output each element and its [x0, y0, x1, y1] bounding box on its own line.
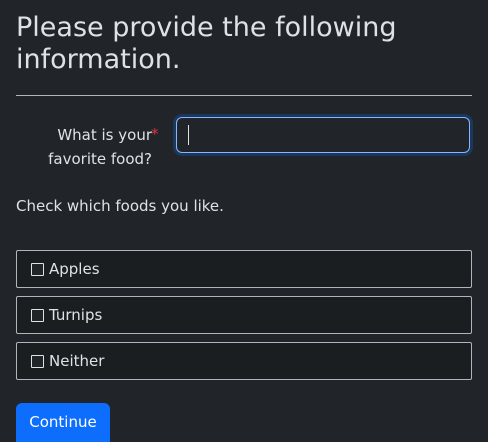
- favorite-food-input[interactable]: [176, 117, 470, 153]
- option-turnips[interactable]: Turnips: [16, 296, 472, 334]
- continue-button[interactable]: Continue: [16, 403, 110, 442]
- option-label-neither: Neither: [49, 352, 105, 370]
- required-marker: *: [151, 125, 159, 143]
- option-label-apples: Apples: [49, 260, 100, 278]
- form-page: Please provide the following information…: [0, 0, 488, 442]
- checkbox-neither[interactable]: [31, 355, 44, 368]
- checkbox-turnips[interactable]: [31, 309, 44, 322]
- divider: [16, 95, 472, 96]
- text-caret: [188, 125, 189, 145]
- page-title: Please provide the following information…: [16, 12, 397, 75]
- checkbox-apples[interactable]: [31, 263, 44, 276]
- favorite-food-label: What is your favorite food?: [48, 126, 152, 168]
- option-neither[interactable]: Neither: [16, 342, 472, 380]
- option-label-turnips: Turnips: [49, 306, 103, 324]
- check-prompt: Check which foods you like.: [16, 197, 224, 215]
- option-apples[interactable]: Apples: [16, 250, 472, 288]
